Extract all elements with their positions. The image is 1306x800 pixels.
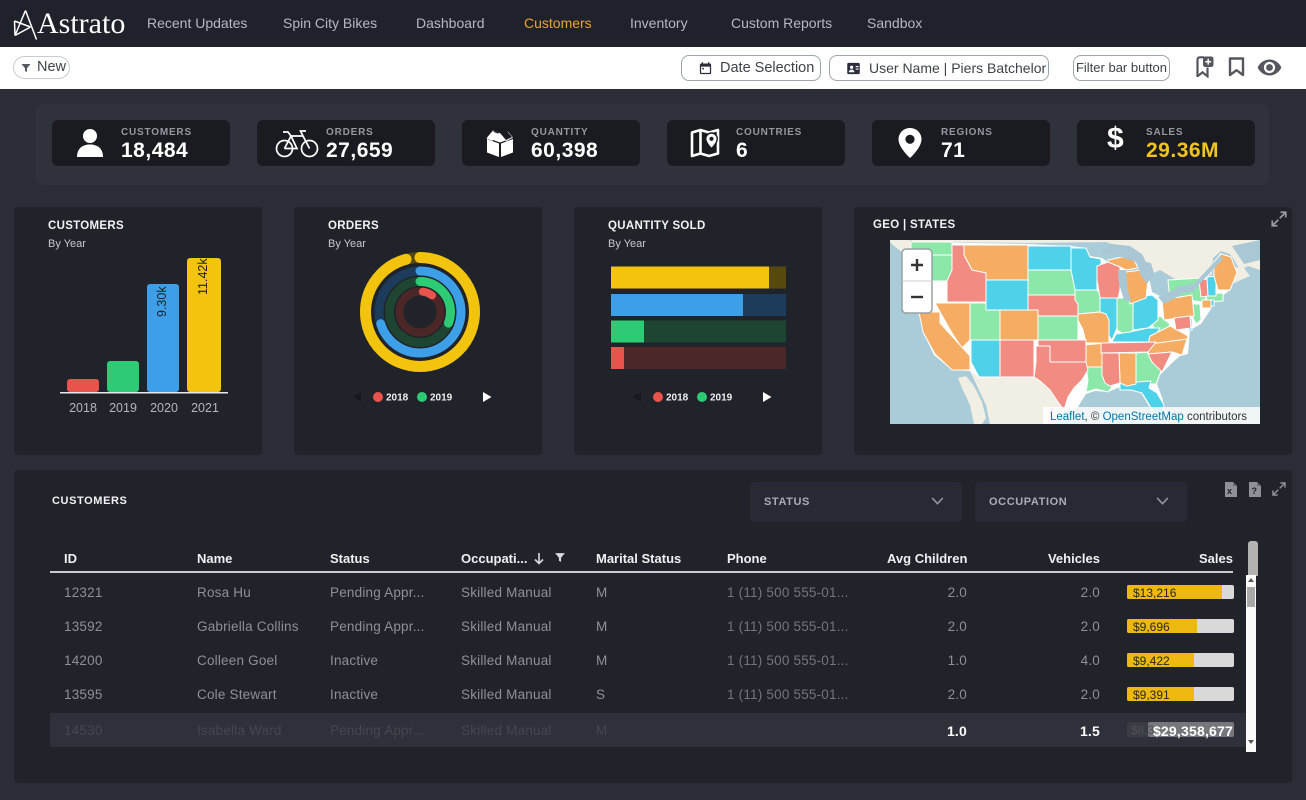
svg-text:Leaflet, © OpenStreetMap contr: Leaflet, © OpenStreetMap contributors bbox=[1050, 411, 1247, 423]
svg-text:9.30k: 9.30k bbox=[155, 286, 169, 317]
svg-text:2019: 2019 bbox=[710, 393, 733, 404]
svg-text:?: ? bbox=[1252, 486, 1258, 496]
svg-text:2019: 2019 bbox=[430, 393, 453, 404]
svg-text:x: x bbox=[1227, 486, 1232, 496]
svg-text:2018: 2018 bbox=[69, 401, 97, 415]
svg-text:2021: 2021 bbox=[191, 401, 219, 415]
svg-text:2018: 2018 bbox=[386, 393, 409, 404]
svg-text:2018: 2018 bbox=[666, 393, 689, 404]
svg-text:11.42k: 11.42k bbox=[196, 258, 210, 295]
svg-text:2019: 2019 bbox=[109, 401, 137, 415]
svg-text:2020: 2020 bbox=[150, 401, 178, 415]
